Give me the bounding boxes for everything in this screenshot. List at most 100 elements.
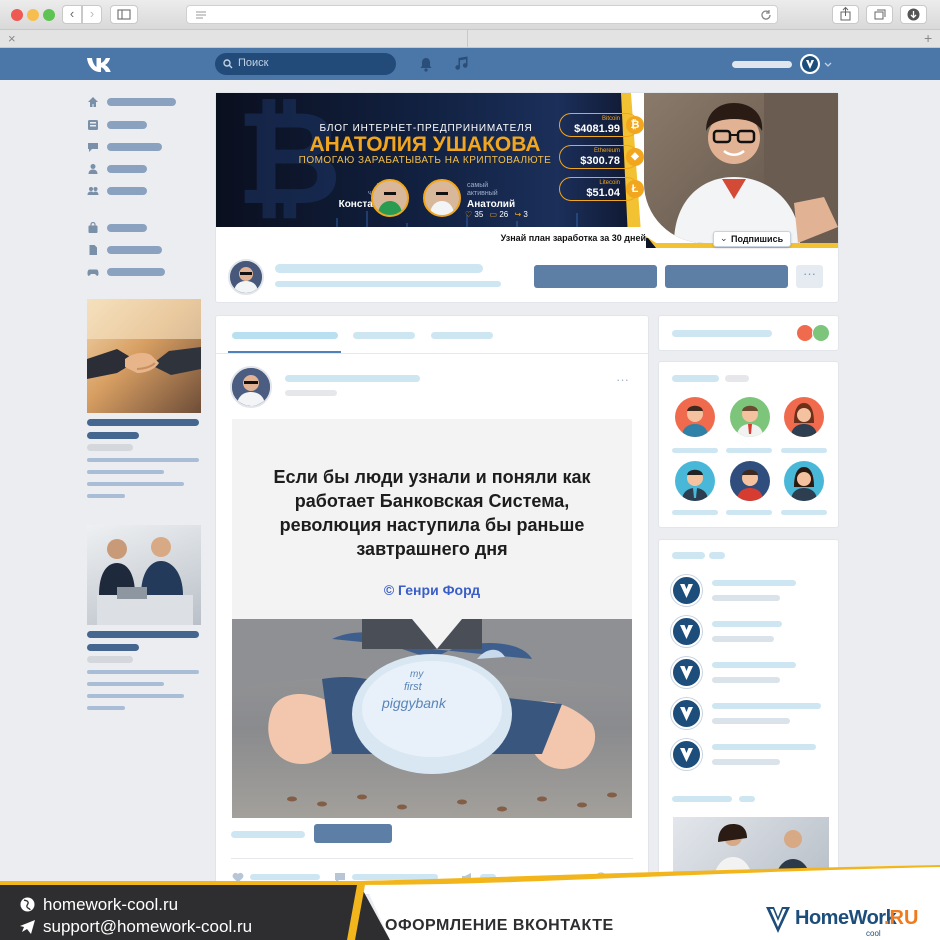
tabs-button[interactable]	[866, 5, 893, 24]
sidebar-item-my-page[interactable]	[107, 98, 176, 106]
crypto-name: Ethereum	[593, 148, 620, 154]
gamepad-icon[interactable]	[87, 266, 99, 278]
footer-site[interactable]: homework-cool.ru	[43, 895, 178, 915]
crypto-name: Bitcoin	[601, 116, 620, 122]
post-link-placeholder[interactable]	[231, 831, 305, 838]
links-title-placeholder[interactable]	[672, 552, 705, 559]
downloads-button[interactable]	[900, 5, 927, 24]
search-icon	[223, 59, 233, 69]
ad-1-title-line-2[interactable]	[87, 432, 139, 439]
reload-icon[interactable]	[760, 9, 772, 21]
man-avatar-icon	[682, 469, 708, 501]
community-avatar[interactable]	[228, 259, 264, 295]
active-tab[interactable]	[0, 30, 468, 48]
post-menu-icon[interactable]: ···	[616, 372, 629, 387]
sidebar-item-games[interactable]	[107, 268, 165, 276]
homework-logo-icon	[680, 748, 693, 762]
member-avatar[interactable]	[730, 397, 770, 437]
link-title-placeholder[interactable]	[712, 703, 821, 709]
post-image[interactable]: my first piggybank	[232, 619, 632, 818]
members-title-placeholder[interactable]	[672, 375, 719, 382]
footer-email[interactable]: support@homework-cool.ru	[43, 917, 252, 937]
chevron-down-icon[interactable]	[824, 62, 832, 67]
ad-image-business[interactable]	[87, 525, 201, 625]
profile-avatar[interactable]	[800, 54, 820, 74]
sidebar-item-documents[interactable]	[107, 246, 162, 254]
music-icon[interactable]	[455, 56, 469, 72]
reader-icon[interactable]	[195, 10, 207, 20]
link-logo[interactable]	[671, 698, 702, 729]
messages-icon[interactable]	[87, 141, 99, 153]
window-close-button[interactable]	[11, 9, 23, 21]
send-icon	[20, 920, 35, 934]
wall-card: ··· Если бы люди узнали и поняли как раб…	[215, 315, 649, 895]
sidebar-item-messages[interactable]	[107, 143, 162, 151]
subscribe-button[interactable]: ⌄ Подпишись	[713, 231, 791, 247]
sidebar-toggle-button[interactable]	[110, 5, 138, 24]
member-avatar[interactable]	[675, 461, 715, 501]
post-action-button[interactable]	[314, 824, 392, 843]
tab-community-posts[interactable]	[353, 332, 415, 339]
window-zoom-button[interactable]	[43, 9, 55, 21]
sidebar-item-friends[interactable]	[107, 165, 147, 173]
crypto-name: Litecoin	[599, 180, 620, 186]
likes-count: 35	[474, 210, 484, 219]
member-avatar[interactable]	[784, 397, 824, 437]
news-icon[interactable]	[87, 119, 99, 131]
link-title-placeholder[interactable]	[712, 662, 796, 668]
new-tab-button[interactable]: +	[924, 30, 932, 47]
post-date-placeholder[interactable]	[285, 390, 337, 396]
vk-logo-icon[interactable]	[86, 56, 116, 73]
bag-icon[interactable]	[87, 222, 99, 234]
home-icon[interactable]	[87, 96, 99, 108]
message-button[interactable]	[534, 265, 657, 288]
forward-button[interactable]: ›	[82, 5, 102, 24]
post-author-avatar[interactable]	[230, 366, 272, 408]
sidebar-item-market[interactable]	[107, 224, 147, 232]
photos-title-placeholder[interactable]	[672, 796, 732, 802]
link-logo[interactable]	[671, 616, 702, 647]
ad-1-title-line[interactable]	[87, 419, 199, 426]
litecoin-icon: Ł	[626, 180, 644, 198]
link-logo[interactable]	[671, 575, 702, 606]
piggybank-label-2: first	[404, 681, 422, 693]
chevron-down-icon: ⌄	[720, 233, 728, 243]
link-title-placeholder[interactable]	[712, 621, 782, 627]
ad-image-handshake[interactable]	[87, 299, 201, 413]
friend-icon[interactable]	[87, 163, 99, 175]
document-icon[interactable]	[87, 244, 99, 256]
sidebar-item-groups[interactable]	[107, 187, 147, 195]
ad-2-title-line[interactable]	[87, 631, 199, 638]
tab-all-posts[interactable]	[232, 332, 338, 339]
post-author-name-placeholder[interactable]	[285, 375, 420, 382]
tabs-icon	[874, 9, 886, 20]
address-bar[interactable]	[186, 5, 778, 24]
author-portrait	[674, 93, 838, 243]
more-actions-button[interactable]: ···	[796, 265, 823, 288]
handshake-illustration	[87, 299, 201, 379]
window-minimize-button[interactable]	[27, 9, 39, 21]
member-avatar[interactable]	[730, 461, 770, 501]
member-avatar[interactable]	[675, 397, 715, 437]
groups-icon[interactable]	[87, 185, 99, 197]
man-avatar-icon	[737, 405, 763, 437]
followers-title-placeholder[interactable]	[672, 330, 772, 337]
back-button[interactable]: ‹	[62, 5, 82, 24]
ad-2-title-line-2[interactable]	[87, 644, 139, 651]
action-button[interactable]	[665, 265, 788, 288]
tab-search[interactable]	[431, 332, 493, 339]
link-title-placeholder[interactable]	[712, 744, 816, 750]
link-logo[interactable]	[671, 657, 702, 688]
share-button[interactable]	[832, 5, 859, 24]
link-title-placeholder[interactable]	[712, 580, 796, 586]
follower-avatar[interactable]	[812, 324, 830, 342]
woman-avatar-icon	[791, 467, 817, 501]
link-logo[interactable]	[671, 739, 702, 770]
like-icon: ♡	[465, 210, 473, 219]
member-avatar[interactable]	[784, 461, 824, 501]
sidebar-item-news[interactable]	[107, 121, 147, 129]
search-input[interactable]: Поиск	[215, 53, 396, 75]
profile-name-placeholder[interactable]	[732, 61, 792, 68]
bell-icon[interactable]	[419, 57, 433, 72]
subscribe-label: Подпишись	[731, 234, 784, 244]
